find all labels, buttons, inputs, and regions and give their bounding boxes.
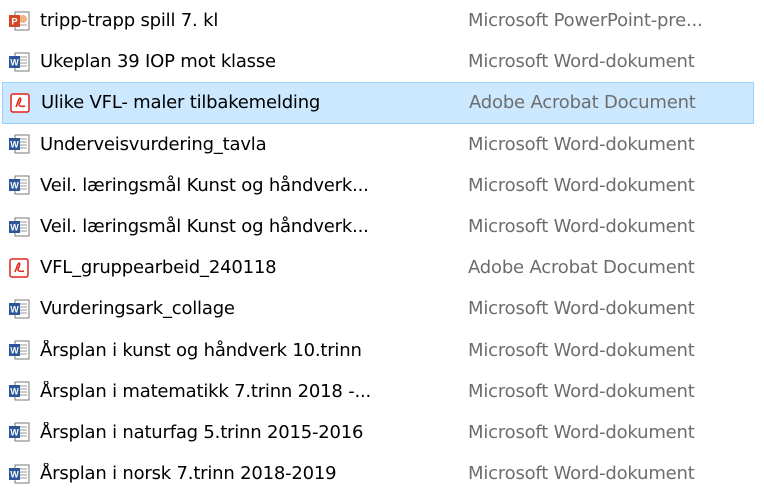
svg-text:W: W [10, 181, 19, 191]
file-name: VFL_gruppearbeid_240118 [40, 257, 277, 279]
file-type: Microsoft Word-dokument [468, 216, 695, 238]
word-file-icon: W [8, 380, 30, 402]
word-file-icon: W [8, 174, 30, 196]
file-name: Årsplan i naturfag 5.trinn 2015-2016 [40, 421, 364, 443]
file-type: Microsoft PowerPoint-pre... [468, 10, 703, 32]
file-row[interactable]: W Årsplan i matematikk 7.trinn 2018 -... M… [0, 371, 764, 412]
file-type: Microsoft Word-dokument [468, 51, 695, 73]
word-file-icon: W [8, 298, 30, 320]
file-type: Microsoft Word-dokument [468, 174, 695, 196]
file-row[interactable]: W Årsplan i kunst og håndverk 10.trinn Mic… [0, 330, 764, 371]
file-name: Årsplan i norsk 7.trinn 2018-2019 [40, 463, 337, 485]
file-row[interactable]: Ulike VFL- maler tilbakemelding Adobe Acr… [2, 82, 754, 124]
svg-text:W: W [10, 346, 19, 356]
file-type: Microsoft Word-dokument [468, 463, 695, 485]
word-file-icon: W [8, 216, 30, 238]
file-name: Ulike VFL- maler tilbakemelding [41, 92, 321, 114]
file-name: Veil. læringsmål Kunst og håndverk... [40, 174, 369, 196]
file-row[interactable]: Ptripp-trapp spill 7. kl Microsoft PowerP… [0, 0, 764, 41]
file-name: Årsplan i matematikk 7.trinn 2018 -... [40, 380, 372, 402]
file-row[interactable]: W Vurderingsark_collage Microsoft Word-dok… [0, 288, 764, 329]
file-type: Adobe Acrobat Document [469, 92, 696, 114]
file-row[interactable]: W Veil. læringsmål Kunst og håndverk... Mi… [0, 206, 764, 247]
svg-text:W: W [10, 428, 19, 438]
word-file-icon: W [8, 51, 30, 73]
pdf-file-icon [8, 257, 30, 279]
file-name: tripp-trapp spill 7. kl [40, 10, 219, 32]
svg-text:W: W [10, 222, 19, 232]
powerpoint-file-icon: P [8, 10, 30, 32]
file-type: Microsoft Word-dokument [468, 339, 695, 361]
file-name: Årsplan i kunst og håndverk 10.trinn [40, 339, 362, 361]
file-row[interactable]: W Årsplan i norsk 7.trinn 2018-2019 Micros… [0, 453, 764, 494]
word-file-icon: W [8, 339, 30, 361]
file-list: Ptripp-trapp spill 7. kl Microsoft PowerP… [0, 0, 764, 502]
file-row[interactable]: W Veil. læringsmål Kunst og håndverk... Mi… [0, 165, 764, 206]
file-row[interactable]: VFL_gruppearbeid_240118 Adobe Acrobat Doc… [0, 247, 764, 288]
file-name: Underveisvurdering_tavla [40, 133, 267, 155]
file-row[interactable]: W Underveisvurdering_tavla Microsoft Word-… [0, 124, 764, 165]
svg-text:W: W [10, 140, 19, 150]
file-name: Veil. læringsmål Kunst og håndverk... [40, 216, 369, 238]
file-name: Ukeplan 39 IOP mot klasse [40, 51, 276, 73]
word-file-icon: W [8, 421, 30, 443]
file-type: Microsoft Word-dokument [468, 380, 695, 402]
file-row[interactable]: W Ukeplan 39 IOP mot klasse Microsoft Word… [0, 41, 764, 82]
file-type: Microsoft Word-dokument [468, 421, 695, 443]
svg-text:W: W [10, 304, 19, 314]
svg-text:W: W [10, 469, 19, 479]
svg-text:P: P [11, 16, 17, 26]
file-type: Microsoft Word-dokument [468, 298, 695, 320]
svg-text:W: W [10, 387, 19, 397]
svg-text:W: W [10, 57, 19, 67]
word-file-icon: W [8, 133, 30, 155]
file-row[interactable]: W Årsplan i naturfag 5.trinn 2015-2016 Mic… [0, 412, 764, 453]
pdf-file-icon [9, 92, 31, 114]
file-name: Vurderingsark_collage [40, 298, 235, 320]
file-type: Adobe Acrobat Document [468, 257, 695, 279]
file-type: Microsoft Word-dokument [468, 133, 695, 155]
word-file-icon: W [8, 463, 30, 485]
